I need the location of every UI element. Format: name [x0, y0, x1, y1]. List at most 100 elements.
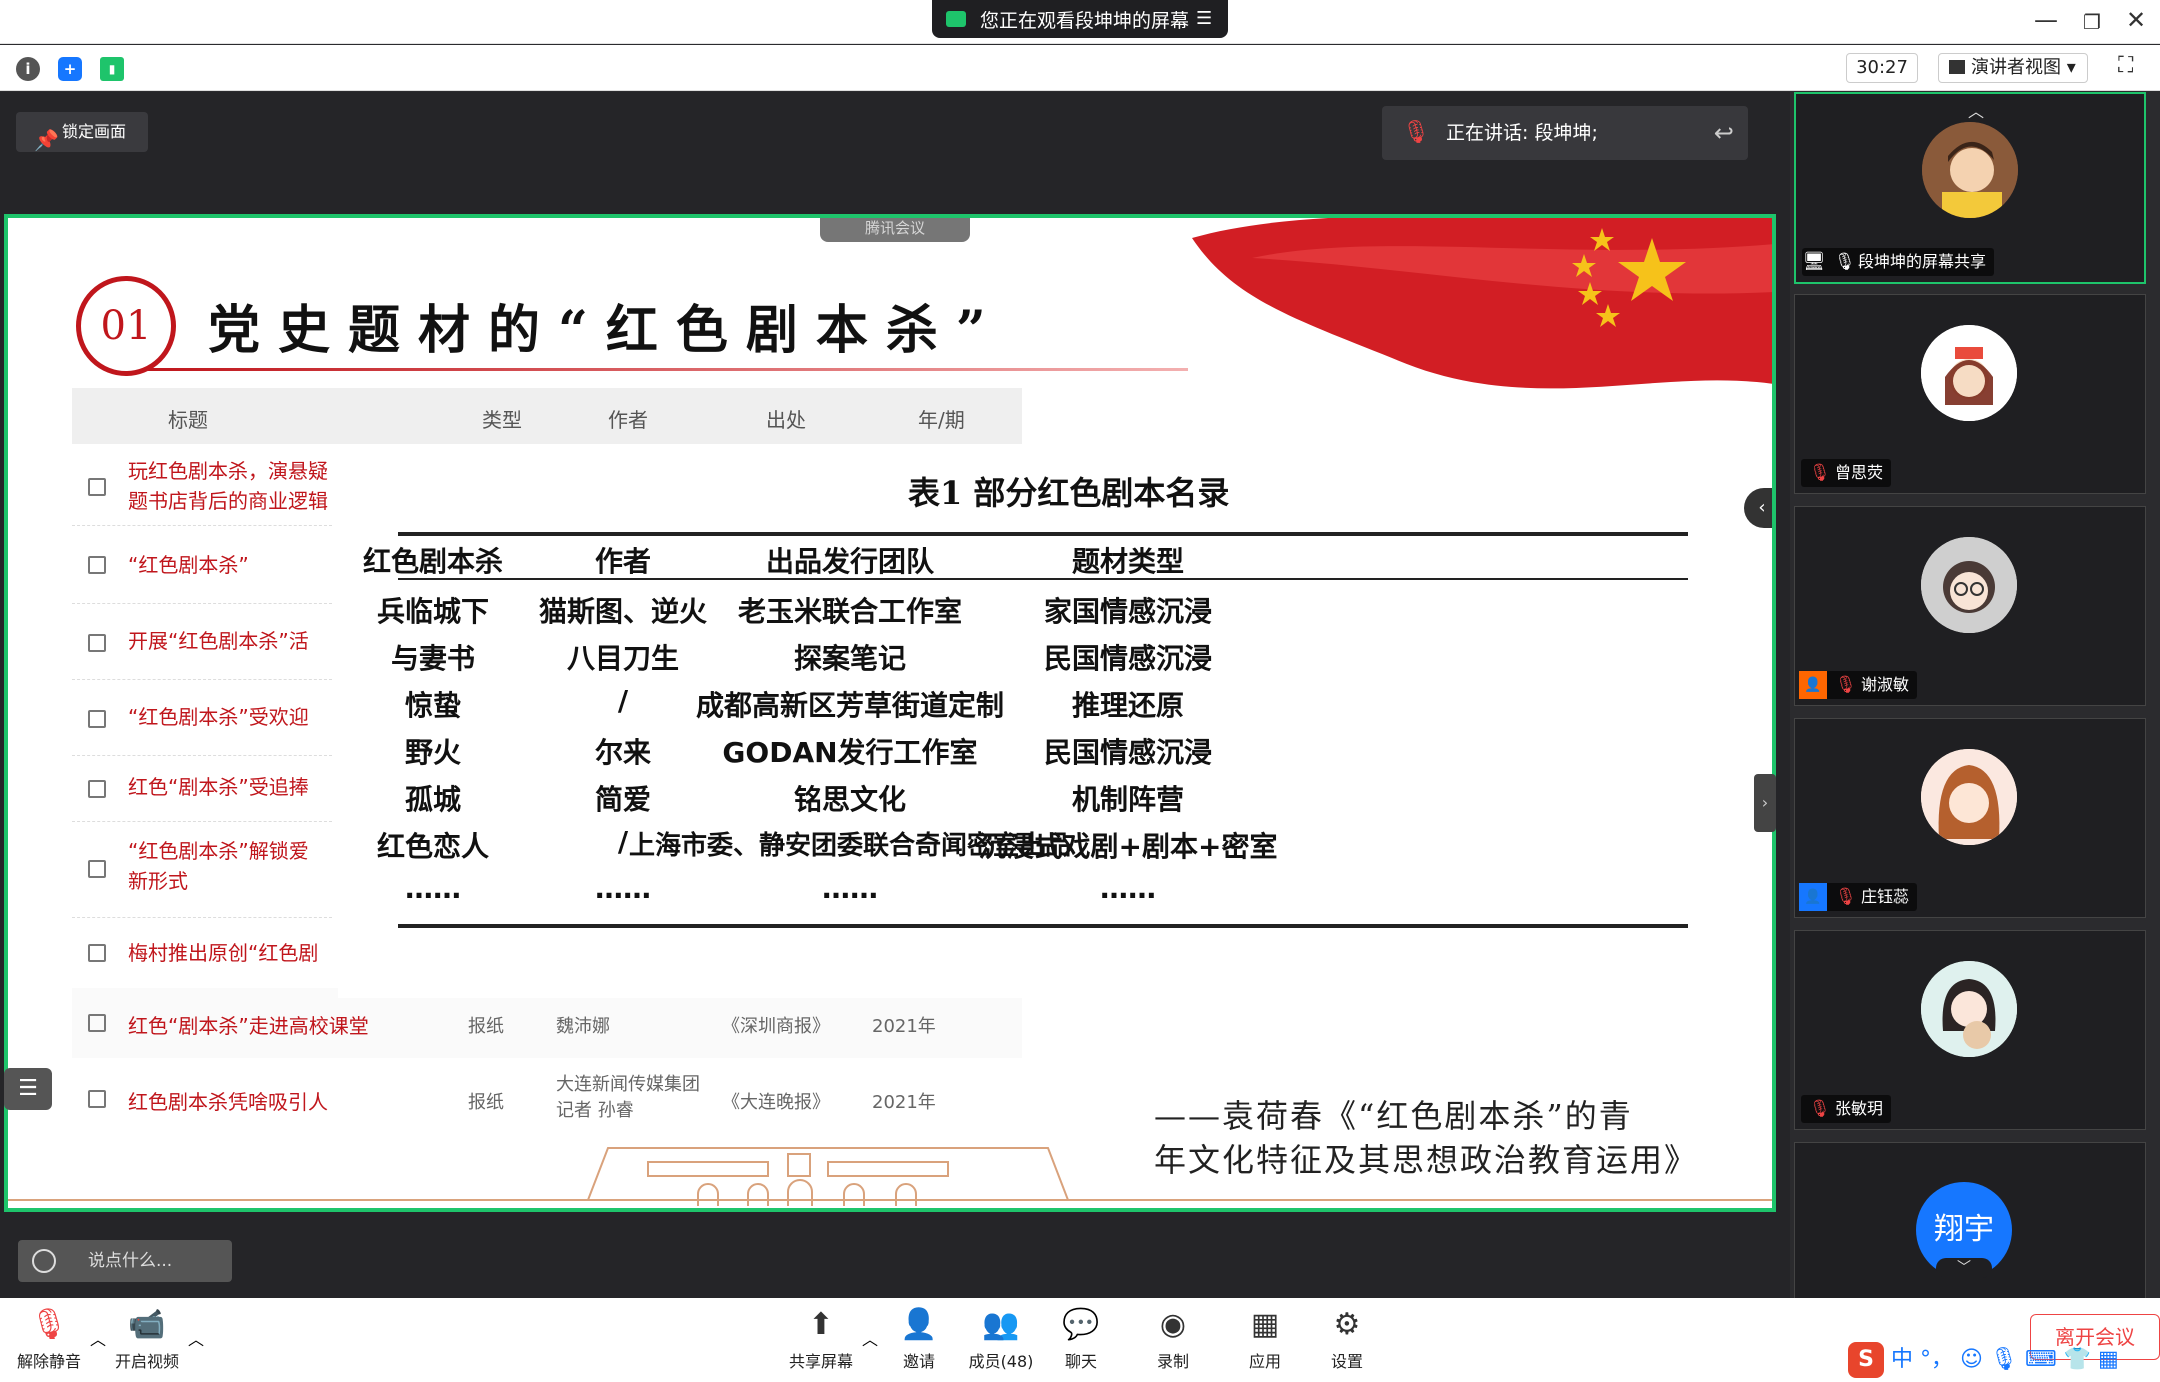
user-icon: 👤 — [1799, 671, 1827, 699]
title-underline — [148, 368, 1188, 371]
start-video-label: 开启视频 — [114, 1352, 179, 1371]
share-notice-text: 您正在观看段坤坤的屏幕 — [980, 9, 1190, 32]
table-caption: 表1 部分红色剧本名录 — [908, 474, 1230, 512]
participant-tile[interactable]: 👤 🎙 谢淑敏 — [1794, 506, 2146, 706]
checkbox[interactable] — [88, 780, 106, 798]
muted-mic-icon: 🎙 — [1835, 675, 1857, 695]
red-flag-graphic — [1192, 218, 1772, 389]
list-item[interactable]: 玩红色剧本杀，演悬疑题书店背后的商业逻辑 — [72, 448, 332, 526]
section-number: 01 — [76, 276, 176, 376]
start-video-button[interactable]: 📹 开启视频 — [102, 1306, 192, 1372]
info-icon[interactable]: i — [16, 57, 40, 81]
row-title[interactable]: 红色剧本杀凭啥吸引人 — [128, 1086, 328, 1115]
table-row[interactable]: 红色“剧本杀”走进高校课堂 报纸 魏沛娜 《深圳商报》 2021年 — [72, 988, 1022, 1058]
members-button[interactable]: 👥 成员(48) — [956, 1306, 1046, 1372]
list-item-title[interactable]: 玩红色剧本杀，演悬疑题书店背后的商业逻辑 — [128, 456, 328, 516]
participant-tile[interactable]: 🎙 张敏玥 — [1794, 930, 2146, 1130]
lock-view-button[interactable]: 📌 锁定画面 — [16, 112, 148, 152]
view-mode-dropdown[interactable]: 演讲者视图 ▾ — [1938, 53, 2088, 83]
screen-share-icon: 🖥 — [1802, 251, 1826, 272]
table-cell: 民国情感沉浸 — [1043, 642, 1212, 675]
header-title: 标题 — [168, 408, 208, 432]
participant-tile[interactable]: ︿ 🖥 🎙 段坤坤的屏幕共享 — [1794, 92, 2146, 284]
chevron-down-icon[interactable]: ﹀ — [1936, 1258, 1992, 1278]
participant-gallery: ︿ 🖥 🎙 段坤坤的屏幕共享 🎙 曾思荧 👤 🎙 谢淑敏 👤 🎙 庄钰蕊 🎙 张敏玥 翔宇 ﹀ — [1790, 92, 2160, 1298]
ime-mode[interactable]: 中 — [1891, 1347, 1913, 1372]
table-row[interactable]: 红色剧本杀凭啥吸引人 报纸 大连新闻传媒集团 记者 孙睿 《大连晚报》 2021… — [72, 1058, 1022, 1138]
participant-name-tag: 🖥 🎙 段坤坤的屏幕共享 — [1802, 248, 1995, 276]
checkbox[interactable] — [88, 634, 106, 652]
row-title[interactable]: 红色“剧本杀”走进高校课堂 — [128, 1010, 369, 1039]
gate-decoration — [8, 1147, 1772, 1206]
unmute-button[interactable]: 🎙 解除静音 — [4, 1306, 94, 1372]
apps-icon: ▦ — [1250, 1307, 1280, 1342]
checkbox[interactable] — [88, 1090, 106, 1108]
presentation-slide: 腾讯会议 01 党史题材的“红色剧本杀” 标题 类型 作者 出处 年/期 玩红色… — [4, 214, 1776, 1212]
participant-name-tag: 👤 🎙 庄钰蕊 — [1799, 883, 1918, 911]
apps-button[interactable]: ▦ 应用 — [1220, 1306, 1310, 1372]
list-item-title[interactable]: “红色剧本杀” — [128, 550, 249, 580]
panel-toggle-icon[interactable]: › — [1754, 774, 1776, 832]
record-button[interactable]: ◉ 录制 — [1128, 1306, 1218, 1372]
row-source: 《大连晚报》 — [722, 1092, 830, 1113]
speaking-label: 正在讲话: 段坤坤; — [1446, 122, 1598, 144]
emoji-icon[interactable] — [32, 1249, 56, 1273]
checkbox[interactable] — [88, 944, 106, 962]
speaking-indicator: 🎙 正在讲话: 段坤坤; ↩ — [1382, 106, 1748, 160]
checkbox[interactable] — [88, 478, 106, 496]
participant-name: 庄钰蕊 — [1861, 887, 1910, 906]
table-header-cell: 题材类型 — [1071, 545, 1184, 578]
checkbox[interactable] — [88, 710, 106, 728]
table-cell: 民国情感沉浸 — [1043, 736, 1212, 769]
reply-arrow-icon[interactable]: ↩ — [1714, 106, 1734, 160]
fullscreen-icon[interactable]: ⛶ — [2118, 53, 2146, 81]
list-icon[interactable]: ☰ — [4, 1068, 52, 1110]
share-screen-icon: ⬆ — [808, 1307, 834, 1342]
participant-tile[interactable]: 🎙 曾思荧 — [1794, 294, 2146, 494]
muted-mic-icon: 🎙 — [30, 1307, 69, 1342]
screen-share-notice[interactable]: 您正在观看段坤坤的屏幕 ☰ — [932, 0, 1228, 38]
participant-tile[interactable]: 👤 🎙 庄钰蕊 — [1794, 718, 2146, 918]
chat-placeholder: 说点什么... — [88, 1251, 173, 1271]
signal-icon[interactable]: ▮ — [100, 57, 124, 81]
table-top-rule — [398, 532, 1688, 536]
chat-input[interactable]: 说点什么... — [18, 1240, 232, 1282]
chevron-up-icon[interactable]: ︿ — [1968, 98, 1984, 122]
table-header-cell: 出品发行团队 — [765, 545, 934, 578]
invite-button[interactable]: 👤 邀请 — [874, 1306, 964, 1372]
add-user-icon: 👤 — [900, 1307, 938, 1342]
settings-button[interactable]: ⚙ 设置 — [1302, 1306, 1392, 1372]
chat-icon: 💬 — [1062, 1307, 1100, 1342]
muted-mic-icon: 🎙 — [1809, 463, 1831, 483]
ime-toolbar[interactable]: S 中 °， ☺ 🎙 ⌨ 👕 ▦ — [1848, 1342, 2119, 1378]
citation-line-1: ——袁荷春《“红色剧本杀”的青 — [1154, 1097, 1633, 1135]
title-bar: 您正在观看段坤坤的屏幕 ☰ — ❐ ✕ — [0, 0, 2160, 44]
header-year: 年/期 — [918, 408, 965, 432]
header-author: 作者 — [608, 408, 648, 432]
checkbox[interactable] — [88, 556, 106, 574]
list-item-title[interactable]: 梅村推出原创“红色剧 — [128, 938, 328, 968]
row-author: 魏沛娜 — [556, 1016, 610, 1037]
restore-icon[interactable]: ❐ — [2072, 10, 2112, 34]
row-author: 大连新闻传媒集团 记者 孙睿 — [556, 1074, 700, 1121]
avatar — [1921, 325, 2017, 421]
gear-icon: ⚙ — [1333, 1307, 1361, 1342]
video-camera-icon — [946, 11, 966, 27]
checkbox[interactable] — [88, 1014, 106, 1032]
checkbox[interactable] — [88, 860, 106, 878]
minimize-icon[interactable]: — — [2026, 6, 2066, 34]
members-icon: 👥 — [982, 1307, 1020, 1342]
table-cell: 机制阵营 — [1071, 783, 1184, 816]
menu-icon[interactable]: ☰ — [1196, 9, 1216, 29]
list-item[interactable]: 梅村推出原创“红色剧 — [72, 918, 332, 986]
share-screen-button[interactable]: ⬆ 共享屏幕 — [776, 1306, 866, 1372]
invite-label: 邀请 — [902, 1352, 935, 1371]
participant-name: 段坤坤的屏幕共享 — [1858, 252, 1987, 271]
avatar — [1921, 537, 2017, 633]
collapse-arrow-icon[interactable]: ‹ — [1744, 488, 1772, 528]
close-icon[interactable]: ✕ — [2116, 6, 2156, 34]
row-year: 2021年 — [872, 1016, 936, 1037]
chat-button[interactable]: 💬 聊天 — [1036, 1306, 1126, 1372]
chevron-up-icon[interactable]: ︿ — [188, 1326, 204, 1350]
shield-icon[interactable]: + — [58, 57, 82, 81]
